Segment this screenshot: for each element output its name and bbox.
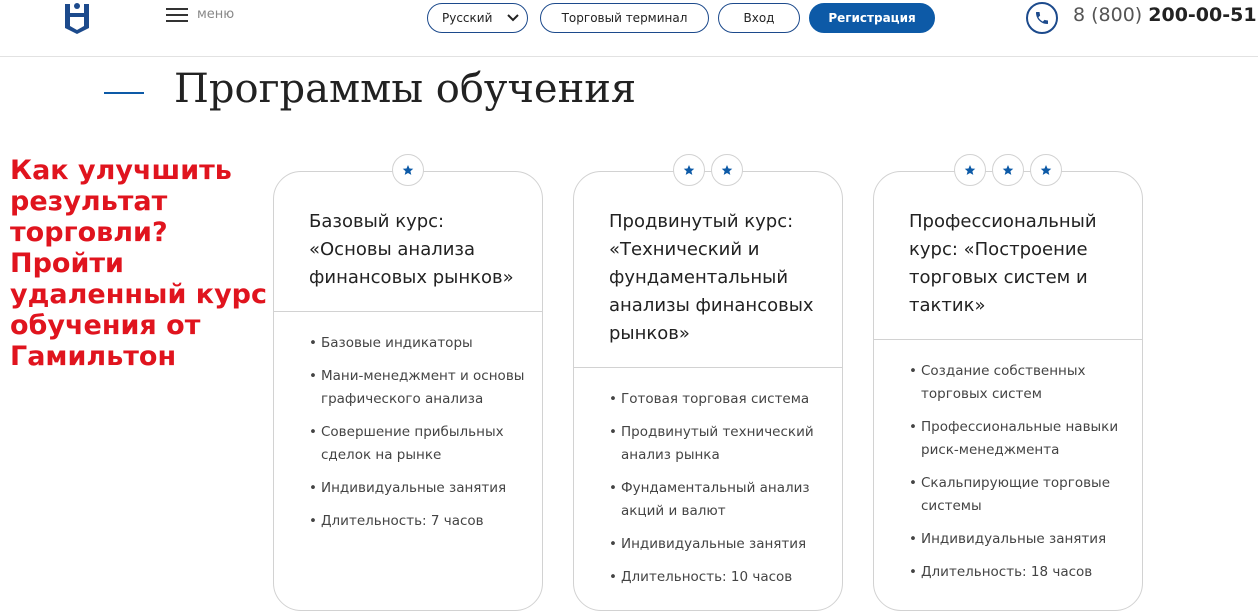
feature-list: Готовая торговая система Продвинутый тех… xyxy=(609,388,829,599)
list-item: Профессиональные навыки риск-менеджмента xyxy=(909,416,1129,462)
phone-main: 200-00-51 xyxy=(1148,4,1257,26)
list-item: Фундаментальный анализ акций и валют xyxy=(609,477,829,523)
star-icon xyxy=(954,154,986,186)
site-header: меню Русский Торговый терминал Вход Реги… xyxy=(0,0,1258,57)
star-icon xyxy=(673,154,705,186)
star-badges xyxy=(874,154,1142,186)
card-title: Базовый курс: «Основы анализа финансовых… xyxy=(309,211,514,288)
title-accent-line xyxy=(104,92,144,94)
phone-number[interactable]: 8 (800) 200-00-51 xyxy=(1073,4,1257,26)
page-title: Программы обучения xyxy=(174,66,637,112)
logo[interactable] xyxy=(62,0,92,36)
phone-icon[interactable] xyxy=(1026,2,1058,34)
feature-list: Создание собственных торговых систем Про… xyxy=(909,360,1129,594)
register-button[interactable]: Регистрация xyxy=(809,3,935,33)
card-divider xyxy=(874,339,1142,340)
list-item: Мани-менеджмент и основы графического ан… xyxy=(309,365,529,411)
course-card-advanced: Продвинутый курс: «Технический и фундаме… xyxy=(573,154,843,611)
login-button[interactable]: Вход xyxy=(718,3,800,33)
list-item: Длительность: 18 часов xyxy=(909,561,1129,584)
list-item: Индивидуальные занятия xyxy=(609,533,829,556)
card-title: Профессиональный курс: «Построение торго… xyxy=(909,211,1097,316)
menu-label: меню xyxy=(197,6,235,22)
list-item: Индивидуальные занятия xyxy=(909,528,1129,551)
trading-terminal-button[interactable]: Торговый терминал xyxy=(540,3,709,33)
card-divider xyxy=(574,367,842,368)
list-item: Создание собственных торговых систем xyxy=(909,360,1129,406)
star-badges xyxy=(274,154,542,186)
star-badges xyxy=(574,154,842,186)
star-icon xyxy=(992,154,1024,186)
list-item: Длительность: 10 часов xyxy=(609,566,829,589)
card-title: Продвинутый курс: «Технический и фундаме… xyxy=(609,211,814,344)
star-icon xyxy=(711,154,743,186)
hamburger-icon xyxy=(166,6,188,22)
list-item: Готовая торговая система xyxy=(609,388,829,411)
language-value: Русский xyxy=(442,11,493,25)
list-item: Совершение прибыльных сделок на рынке xyxy=(309,421,529,467)
list-item: Индивидуальные занятия xyxy=(309,477,529,500)
list-item: Длительность: 7 часов xyxy=(309,510,529,533)
list-item: Скальпирующие торговые системы xyxy=(909,472,1129,518)
menu-button[interactable]: меню xyxy=(166,6,234,22)
promo-text: Как улучшить результат торговли? Пройти … xyxy=(10,155,268,372)
course-card-professional: Профессиональный курс: «Построение торго… xyxy=(873,154,1143,611)
language-select[interactable]: Русский xyxy=(427,3,528,33)
chevron-down-icon xyxy=(507,14,519,22)
course-card-basic: Базовый курс: «Основы анализа финансовых… xyxy=(273,154,543,611)
list-item: Продвинутый технический анализ рынка xyxy=(609,421,829,467)
phone-prefix: 8 (800) xyxy=(1073,4,1149,26)
card-divider xyxy=(274,311,542,312)
star-icon xyxy=(1030,154,1062,186)
list-item: Базовые индикаторы xyxy=(309,332,529,355)
star-icon xyxy=(392,154,424,186)
feature-list: Базовые индикаторы Мани-менеджмент и осн… xyxy=(309,332,529,543)
